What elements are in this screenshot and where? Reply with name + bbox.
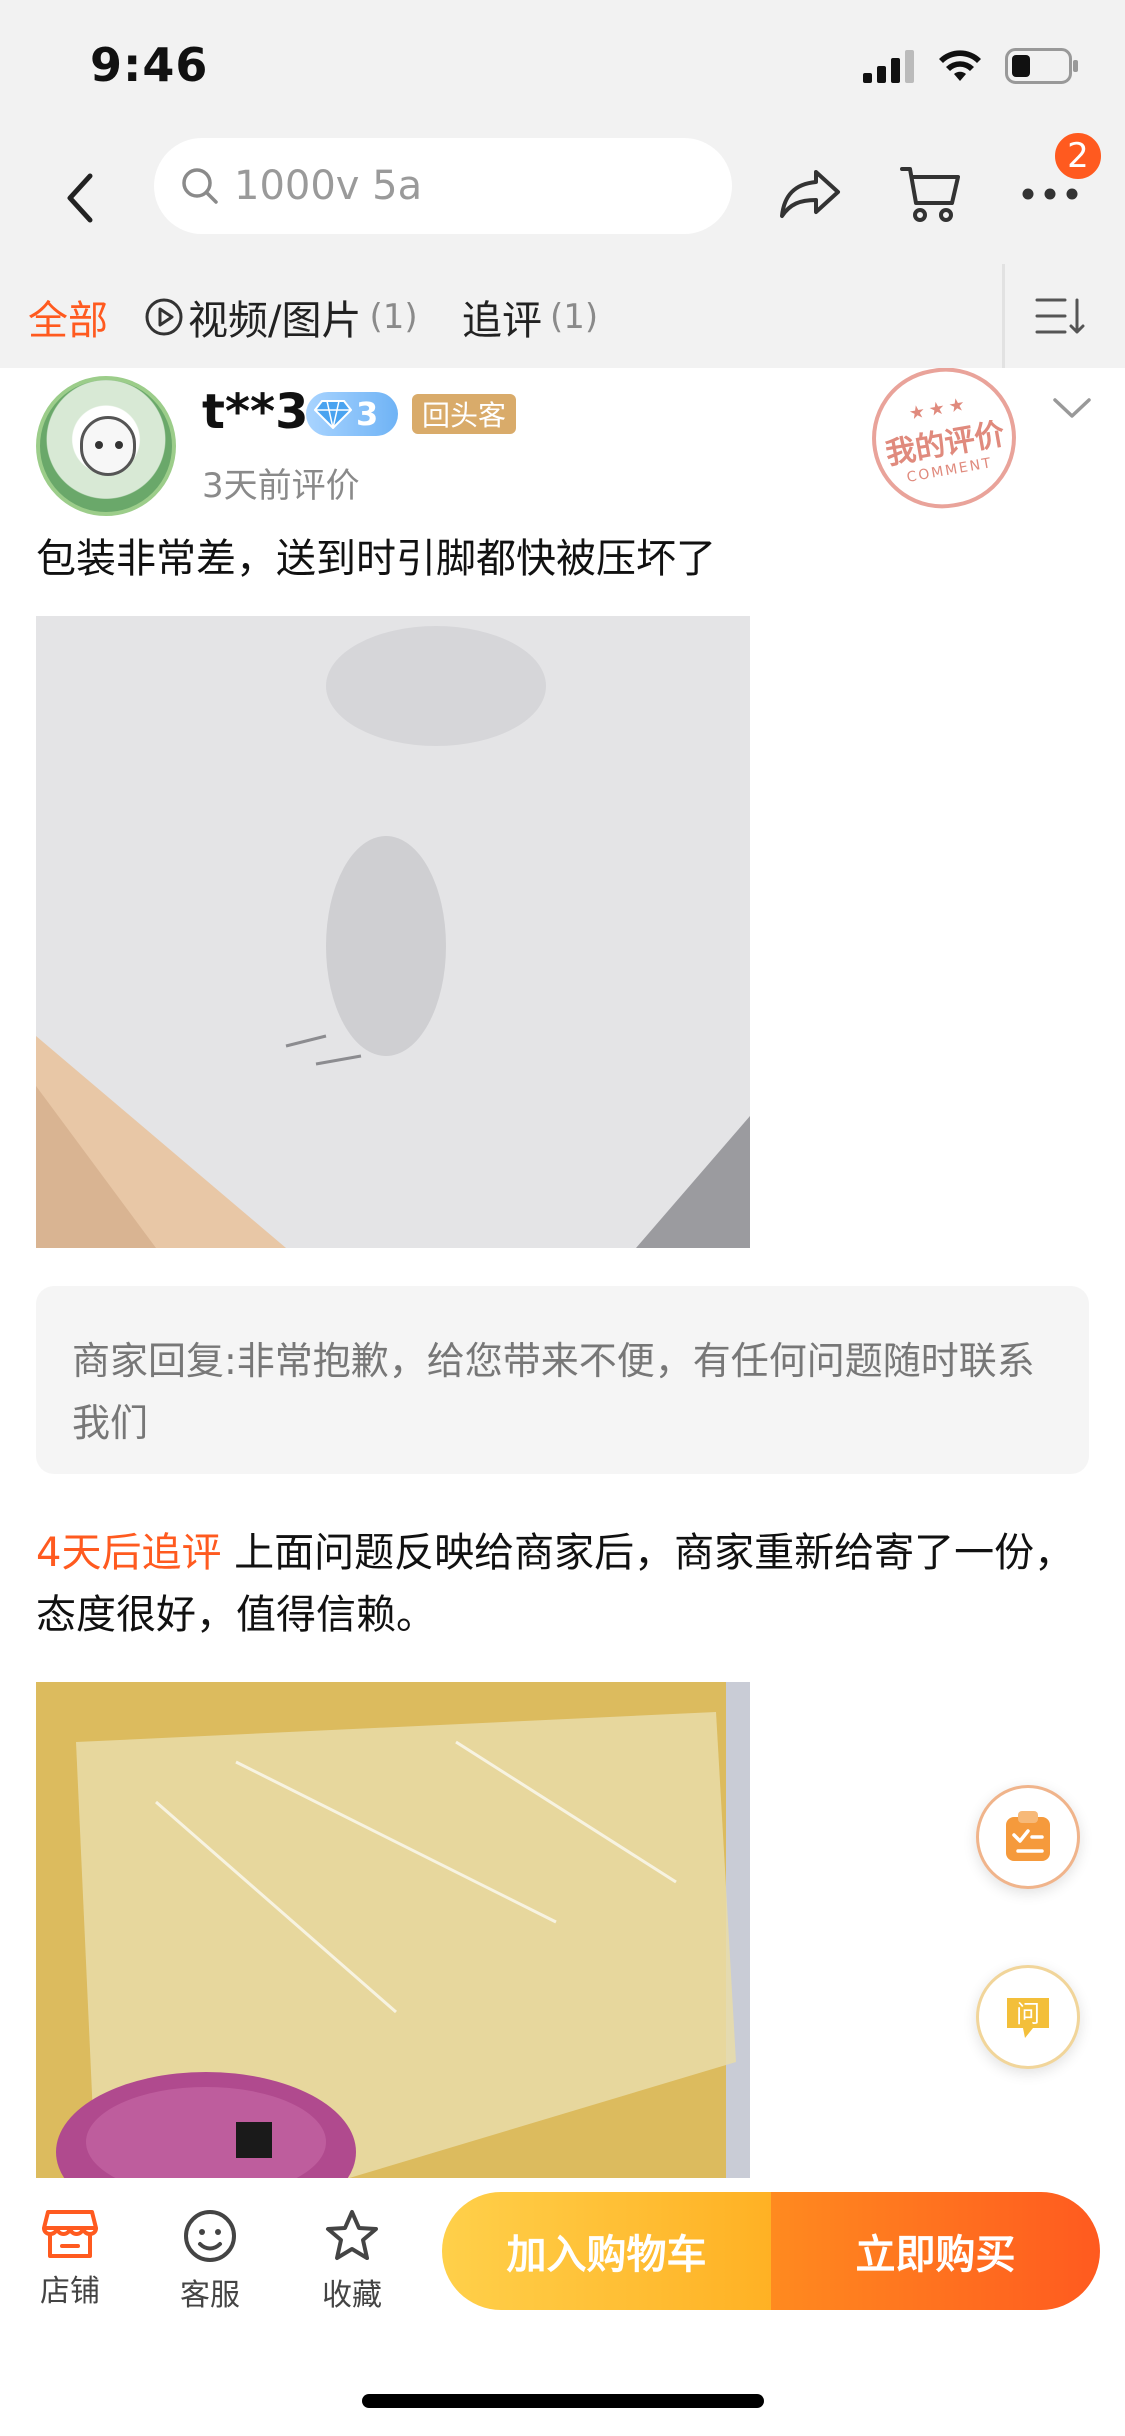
ask-float-button[interactable]: 问: [976, 1965, 1080, 2069]
add-to-cart-button[interactable]: 加入购物车: [442, 2192, 771, 2310]
tab-followup[interactable]: 追评 (1): [462, 288, 598, 346]
chevron-down-icon: [1053, 398, 1091, 418]
play-circle-icon: [145, 298, 183, 336]
tab-video-photo-count: (1): [369, 297, 418, 337]
username: t**3: [202, 384, 309, 440]
search-icon: [182, 168, 218, 204]
sort-list-icon: [1035, 298, 1085, 334]
review-photo[interactable]: [36, 616, 750, 1248]
avatar-eye: [115, 441, 123, 449]
diamond-icon: [314, 400, 352, 429]
photo-package-image: [36, 1682, 750, 2178]
review-card: t**3 3 回头客 3天前评价 ★★★ 我的评价 COMMENT 包装非常差，…: [0, 368, 1125, 2178]
share-icon: [780, 170, 840, 218]
clipboard-check-icon: [1006, 1811, 1050, 1861]
vip-level-number: 3: [356, 395, 379, 433]
review-time: 3天前评价: [202, 466, 360, 506]
review-text: 包装非常差，送到时引脚都快被压坏了: [36, 536, 716, 582]
buy-now-button[interactable]: 立即购买: [771, 2192, 1100, 2310]
avatar-eye: [95, 441, 103, 449]
expand-button[interactable]: [1050, 386, 1094, 430]
checklist-float-button[interactable]: [976, 1785, 1080, 1889]
nav-bar: 1000v 5a 2: [0, 130, 1125, 264]
ask-label: 问: [1016, 2000, 1040, 2028]
tab-all[interactable]: 全部: [28, 288, 108, 346]
wifi-icon: [939, 50, 981, 81]
cart-button[interactable]: [892, 156, 968, 232]
avatar[interactable]: [36, 376, 176, 516]
tab-followup-label: 追评: [462, 298, 542, 344]
tab-all-label: 全部: [28, 298, 108, 344]
store-button[interactable]: 店铺: [10, 2208, 130, 2310]
more-dots-icon: [1022, 188, 1078, 200]
customer-service-label: 客服: [180, 2278, 240, 2313]
tab-followup-count: (1): [550, 297, 599, 337]
cta-group: 加入购物车 立即购买: [442, 2192, 1100, 2310]
home-indicator[interactable]: [362, 2394, 764, 2408]
question-bubble-icon: 问: [1007, 1998, 1049, 2038]
signal-icon: [863, 50, 914, 83]
vip-level-badge: 3: [306, 392, 398, 436]
photo-paper-image: [36, 616, 750, 1248]
store-icon: [42, 2210, 98, 2258]
cart-icon: [900, 167, 960, 222]
sort-button[interactable]: [1030, 286, 1090, 346]
status-bar: 9:46: [0, 0, 1125, 132]
store-label: 店铺: [40, 2274, 100, 2309]
status-time: 9:46: [90, 38, 209, 92]
notification-badge: 2: [1052, 130, 1104, 182]
followup-tag: 4天后追评: [36, 1530, 222, 1576]
search-input[interactable]: 1000v 5a: [154, 138, 732, 234]
followup-review: 4天后追评 上面问题反映给商家后，商家重新给寄了一份，态度很好，值得信赖。: [36, 1522, 1089, 1646]
search-input-text: 1000v 5a: [234, 163, 423, 209]
back-button[interactable]: [50, 162, 110, 234]
chevron-left-icon: [67, 173, 93, 223]
avatar-face: [80, 416, 136, 476]
favorite-button[interactable]: 收藏: [292, 2208, 412, 2314]
returning-customer-badge: 回头客: [412, 394, 517, 434]
customer-service-button[interactable]: 客服: [150, 2208, 270, 2314]
battery-icon: [1005, 48, 1078, 84]
status-icons: [863, 48, 1079, 84]
tab-video-photo[interactable]: 视频/图片 (1): [144, 288, 418, 346]
followup-photo[interactable]: [36, 1682, 750, 2178]
share-button[interactable]: [772, 156, 848, 232]
customer-service-icon: [184, 2210, 236, 2262]
favorite-label: 收藏: [322, 2278, 382, 2313]
star-icon: [326, 2210, 378, 2260]
tabs-divider: [1002, 264, 1005, 368]
tab-video-photo-label: 视频/图片: [188, 298, 362, 344]
merchant-reply: 商家回复:非常抱歉，给您带来不便，有任何问题随时联系我们: [36, 1286, 1089, 1474]
filter-tabs: 全部 视频/图片 (1) 追评 (1): [0, 264, 1125, 368]
my-review-stamp: ★★★ 我的评价 COMMENT: [860, 368, 1028, 520]
